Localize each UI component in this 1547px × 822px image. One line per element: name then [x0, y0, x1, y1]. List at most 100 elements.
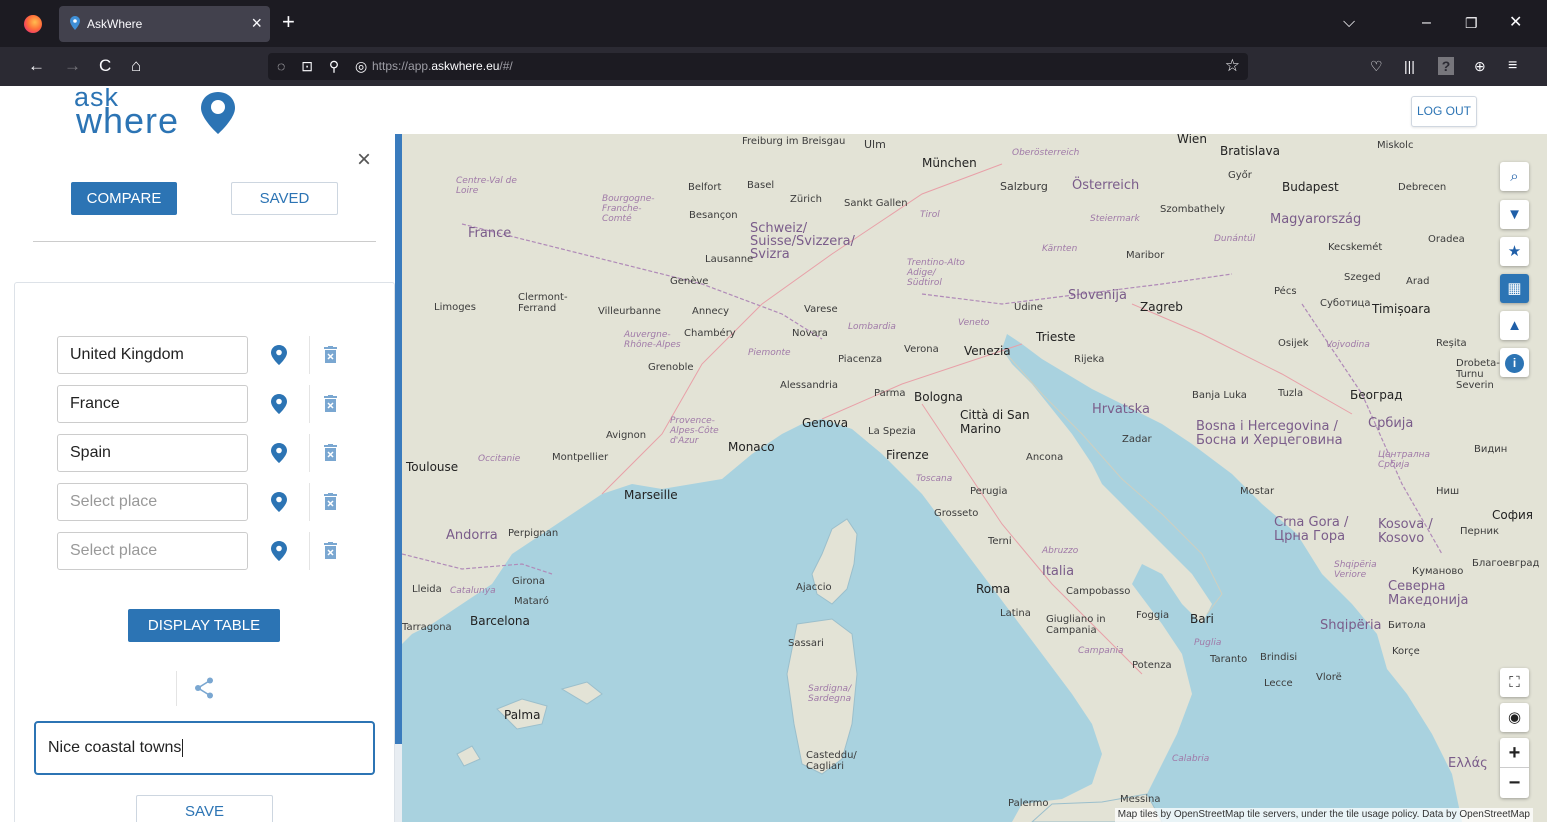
- map-label: Udine: [1014, 302, 1043, 313]
- close-panel-icon[interactable]: ×: [357, 148, 371, 172]
- logout-button[interactable]: LOG OUT: [1411, 96, 1477, 127]
- map-navigate-arrow-icon[interactable]: ▲: [1500, 311, 1529, 340]
- delete-place-trash-icon[interactable]: [324, 542, 337, 559]
- map-table-icon[interactable]: ▦: [1500, 274, 1529, 303]
- map-label: München: [922, 156, 977, 170]
- delete-place-trash-icon[interactable]: [324, 493, 337, 510]
- map-label: Bologna: [914, 390, 963, 404]
- map-label: Annecy: [692, 306, 730, 317]
- map-label: Grosseto: [934, 508, 979, 519]
- map-fullscreen-icon[interactable]: ⛶: [1500, 668, 1529, 697]
- map-label: Salzburg: [1000, 180, 1048, 193]
- map-label: France: [468, 226, 512, 241]
- restore-icon[interactable]: ❐: [1465, 14, 1478, 32]
- new-tab-icon[interactable]: +: [282, 11, 295, 33]
- locate-place-pin-icon[interactable]: [271, 345, 287, 365]
- bookmark-star-icon[interactable]: ☆: [1225, 56, 1240, 76]
- map-label: Bosna i Hercegovina / Босна и Херцеговин…: [1196, 419, 1343, 448]
- map-locate-icon[interactable]: ◉: [1500, 703, 1529, 732]
- map-label: Roma: [976, 582, 1011, 596]
- library-icon[interactable]: |||: [1404, 57, 1415, 75]
- delete-place-trash-icon[interactable]: [324, 346, 337, 363]
- map-label: Potenza: [1132, 660, 1172, 671]
- map-label: Palermo: [1008, 798, 1049, 809]
- home-icon[interactable]: ⌂: [131, 56, 141, 76]
- map-label: Freiburg im Breisgau: [742, 136, 846, 147]
- map-label: Северна Македонија: [1388, 579, 1469, 608]
- firefox-logo-icon[interactable]: [24, 15, 42, 33]
- place-input[interactable]: Spain: [57, 434, 248, 472]
- map-view[interactable]: Freiburg im Breisgau Ulm München Wien Br…: [402, 134, 1547, 822]
- display-table-button[interactable]: DISPLAY TABLE: [128, 609, 280, 642]
- locate-place-pin-icon[interactable]: [271, 443, 287, 463]
- map-label: Lecce: [1264, 678, 1293, 689]
- askwhere-logo[interactable]: ask where: [74, 88, 244, 134]
- map-label: Schweiz/ Suisse/Svizzera/ Svizra: [750, 221, 855, 262]
- locate-place-pin-icon[interactable]: [271, 394, 287, 414]
- row-divider: [309, 434, 310, 472]
- browser-tab-askwhere[interactable]: AskWhere ×: [59, 6, 270, 42]
- map-label: Centre-Val de Loire: [456, 176, 517, 196]
- tracking-protection-icon[interactable]: ◌ ⊡ ⚲ ◎: [277, 57, 373, 75]
- zoom-icon[interactable]: ⊕: [1474, 57, 1486, 75]
- url-text[interactable]: https://app.askwhere.eu/#/: [372, 59, 513, 73]
- locate-place-pin-icon[interactable]: [271, 492, 287, 512]
- saved-button[interactable]: SAVED: [231, 182, 338, 215]
- map-label: Venezia: [964, 344, 1011, 358]
- map-label: Pécs: [1274, 286, 1297, 297]
- map-base-layer: [402, 134, 1547, 822]
- tab-close-icon[interactable]: ×: [251, 13, 262, 33]
- place-row: Select place: [57, 483, 357, 521]
- app-header: ask where LOG OUT: [0, 86, 1547, 134]
- back-icon[interactable]: ←: [28, 56, 45, 76]
- zoom-in-button[interactable]: +: [1500, 738, 1529, 768]
- map-label: Sankt Gallen: [844, 198, 908, 209]
- map-label: Barcelona: [470, 614, 530, 628]
- map-label: Abruzzo: [1042, 546, 1079, 556]
- compare-button[interactable]: COMPARE: [71, 182, 177, 215]
- panel-scrollbar-thumb[interactable]: [395, 134, 402, 744]
- map-label: Битола: [1388, 620, 1426, 631]
- delete-place-trash-icon[interactable]: [324, 395, 337, 412]
- map-label: Sardigna/ Sardegna: [808, 684, 852, 704]
- map-label: Marseille: [624, 488, 678, 502]
- map-label: Foggia: [1136, 610, 1170, 621]
- map-attribution[interactable]: Map tiles by OpenStreetMap tile servers,…: [1114, 808, 1533, 822]
- locate-place-pin-icon[interactable]: [271, 541, 287, 561]
- pocket-icon[interactable]: ♡: [1370, 57, 1383, 75]
- place-input[interactable]: France: [57, 385, 248, 423]
- map-label: Andorra: [446, 528, 498, 543]
- map-label: Београд: [1350, 388, 1403, 402]
- reload-icon[interactable]: C: [99, 56, 111, 76]
- tab-list-chevron-icon[interactable]: ⌵: [1343, 14, 1355, 32]
- share-icon[interactable]: [194, 677, 214, 699]
- map-label: Arad: [1406, 276, 1430, 287]
- extension-icon[interactable]: ?: [1438, 57, 1454, 75]
- url-bar[interactable]: ◌ ⊡ ⚲ ◎ https://app.askwhere.eu/#/ ☆: [268, 53, 1248, 80]
- map-label: Campobasso: [1066, 586, 1131, 597]
- map-label: Maribor: [1126, 250, 1165, 261]
- minimize-icon[interactable]: –: [1422, 14, 1431, 32]
- zoom-out-button[interactable]: −: [1500, 768, 1529, 798]
- place-input[interactable]: United Kingdom: [57, 336, 248, 374]
- map-filter-icon[interactable]: ▼: [1500, 200, 1529, 229]
- note-input[interactable]: Nice coastal towns: [34, 721, 375, 775]
- window-close-icon[interactable]: ✕: [1509, 14, 1522, 32]
- delete-place-trash-icon[interactable]: [324, 444, 337, 461]
- menu-icon[interactable]: ≡: [1508, 57, 1517, 75]
- map-favorites-star-icon[interactable]: ★: [1500, 237, 1529, 266]
- panel-scrollbar[interactable]: [395, 134, 402, 822]
- place-row: Select place: [57, 532, 357, 570]
- save-button[interactable]: SAVE: [136, 795, 273, 822]
- map-search-icon[interactable]: ⌕: [1500, 162, 1529, 191]
- map-label: Szeged: [1344, 272, 1381, 283]
- map-label: Благоевград: [1472, 558, 1540, 569]
- forward-icon[interactable]: →: [64, 56, 81, 76]
- map-label: Ancona: [1026, 452, 1064, 463]
- place-input[interactable]: Select place: [57, 483, 248, 521]
- map-label: Montpellier: [552, 452, 609, 463]
- map-info-icon[interactable]: i: [1500, 348, 1529, 377]
- place-input[interactable]: Select place: [57, 532, 248, 570]
- map-label: Chambéry: [684, 328, 736, 339]
- map-label: Bari: [1190, 612, 1214, 626]
